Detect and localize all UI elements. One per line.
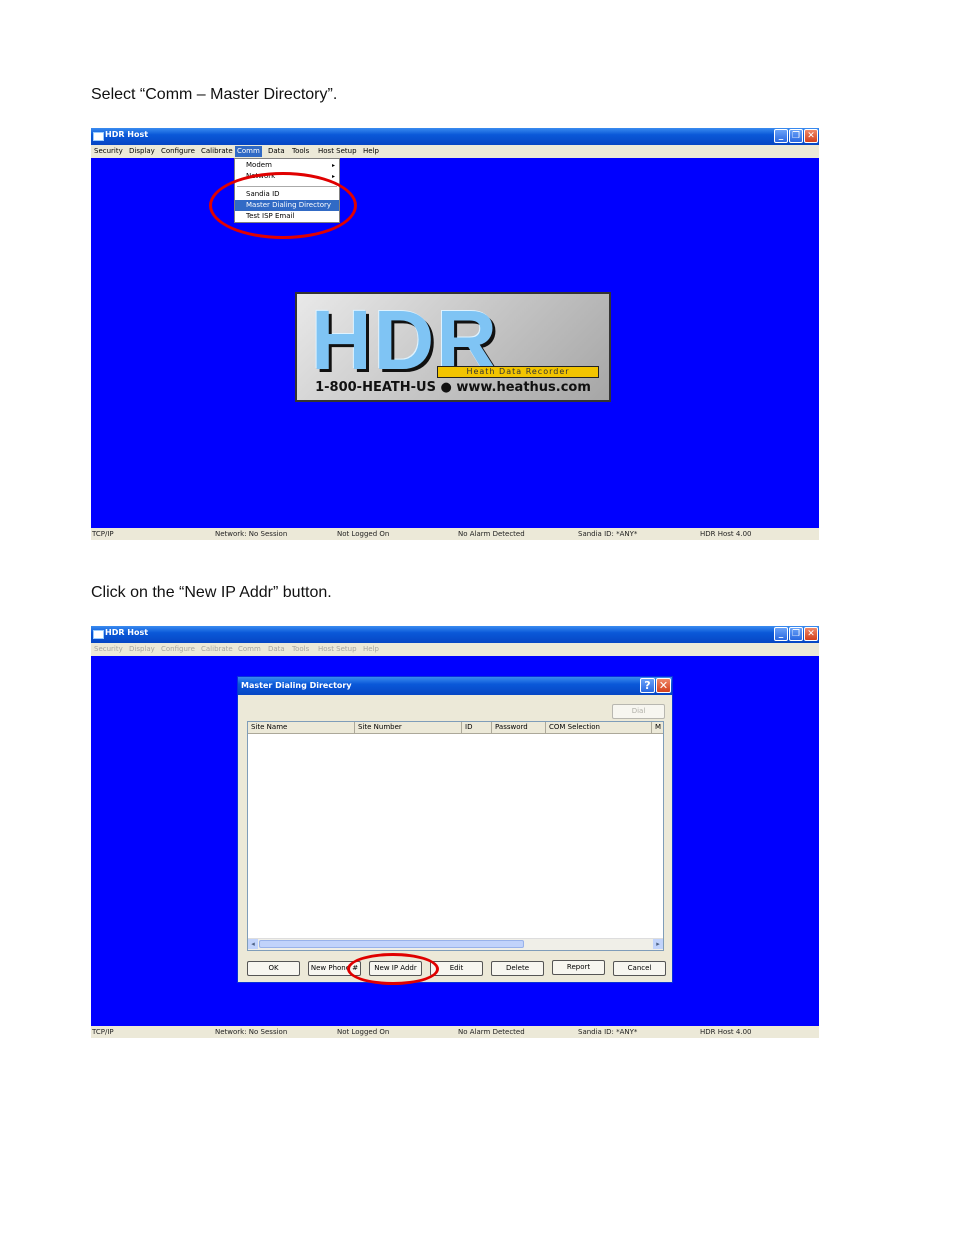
- dialog-title: Master Dialing Directory: [241, 681, 352, 690]
- menu-host-setup: Host Setup: [318, 645, 357, 653]
- minimize-button[interactable]: _: [774, 627, 788, 641]
- menu-bar: Security Display Configure Calibrate Com…: [91, 643, 819, 656]
- status-bar: TCP/IP Network: No Session Not Logged On…: [91, 1026, 819, 1038]
- maximize-button[interactable]: ❐: [789, 129, 803, 143]
- status-login: Not Logged On: [337, 530, 390, 538]
- menu-tools[interactable]: Tools: [292, 147, 309, 155]
- highlight-circle-master-directory: [209, 172, 357, 239]
- close-button[interactable]: ✕: [804, 627, 818, 641]
- cancel-button[interactable]: Cancel: [613, 961, 666, 976]
- column-site-name[interactable]: Site Name: [248, 722, 355, 733]
- column-com-selection[interactable]: COM Selection: [546, 722, 652, 733]
- screenshot-comm-menu: HDR Host _ ❐ ✕ Security Display Configur…: [91, 128, 819, 540]
- status-login: Not Logged On: [337, 1028, 390, 1036]
- directory-list[interactable]: Site Name Site Number ID Password COM Se…: [247, 721, 664, 951]
- dialog-titlebar[interactable]: Master Dialing Directory ? ✕: [238, 677, 672, 695]
- instruction-step-2: Click on the “New IP Addr” button.: [91, 584, 332, 601]
- instruction-step-1: Select “Comm – Master Directory”.: [91, 86, 338, 103]
- screenshot-master-dialing-directory: HDR Host _ ❐ ✕ Security Display Configur…: [91, 626, 819, 1038]
- column-site-number[interactable]: Site Number: [355, 722, 462, 733]
- menu-help: Help: [363, 645, 379, 653]
- maximize-button[interactable]: ❐: [789, 627, 803, 641]
- status-connection: TCP/IP: [92, 1028, 114, 1036]
- menu-security[interactable]: Security: [94, 147, 123, 155]
- menu-item-modem[interactable]: Modem ▸: [235, 160, 339, 171]
- help-button[interactable]: ?: [640, 678, 655, 693]
- dialog-close-button[interactable]: ✕: [656, 678, 671, 693]
- dial-button[interactable]: Dial: [612, 704, 665, 719]
- menu-configure[interactable]: Configure: [161, 147, 195, 155]
- logo-subtitle: Heath Data Recorder: [437, 366, 599, 378]
- window-title: HDR Host: [105, 130, 149, 139]
- menu-bar: Security Display Configure Calibrate Com…: [91, 145, 819, 158]
- window-titlebar[interactable]: HDR Host _ ❐ ✕: [91, 128, 819, 145]
- delete-button[interactable]: Delete: [491, 961, 544, 976]
- menu-tools: Tools: [292, 645, 310, 653]
- status-bar: TCP/IP Network: No Session Not Logged On…: [91, 528, 819, 540]
- menu-display: Display: [129, 645, 155, 653]
- status-sandia-id: Sandia ID: *ANY*: [578, 1028, 638, 1036]
- menu-calibrate[interactable]: Calibrate: [201, 147, 233, 155]
- status-network: Network: No Session: [215, 530, 288, 538]
- hdr-logo: HDR Heath Data Recorder 1-800-HEATH-US ●…: [295, 292, 611, 402]
- menu-data[interactable]: Data: [268, 147, 285, 155]
- ok-button[interactable]: OK: [247, 961, 300, 976]
- scroll-thumb[interactable]: [259, 940, 524, 948]
- menu-display[interactable]: Display: [129, 147, 155, 155]
- status-version: HDR Host 4.00: [700, 530, 752, 538]
- scroll-right-icon[interactable]: ▸: [653, 939, 663, 949]
- menu-configure: Configure: [161, 645, 195, 653]
- minimize-button[interactable]: _: [774, 129, 788, 143]
- menu-comm[interactable]: Comm: [235, 146, 262, 157]
- menu-comm: Comm: [238, 645, 261, 653]
- master-dialing-directory-dialog: Master Dialing Directory ? ✕ Dial Site N…: [237, 676, 673, 983]
- app-icon: [93, 132, 104, 141]
- window-title: HDR Host: [105, 628, 149, 637]
- logo-contact: 1-800-HEATH-US ● www.heathus.com: [315, 380, 591, 395]
- column-password[interactable]: Password: [492, 722, 546, 733]
- status-alarm: No Alarm Detected: [458, 530, 525, 538]
- menu-security: Security: [94, 645, 123, 653]
- submenu-arrow-icon: ▸: [331, 162, 335, 169]
- column-m[interactable]: M: [652, 722, 663, 733]
- window-titlebar[interactable]: HDR Host _ ❐ ✕: [91, 626, 819, 643]
- close-button[interactable]: ✕: [804, 129, 818, 143]
- horizontal-scrollbar[interactable]: ◂ ▸: [248, 938, 663, 950]
- menu-host-setup[interactable]: Host Setup: [318, 147, 357, 155]
- status-connection: TCP/IP: [92, 530, 114, 538]
- menu-calibrate: Calibrate: [201, 645, 233, 653]
- status-network: Network: No Session: [215, 1028, 288, 1036]
- menu-help[interactable]: Help: [363, 147, 379, 155]
- menu-data: Data: [268, 645, 285, 653]
- report-button[interactable]: Report: [552, 960, 605, 975]
- status-alarm: No Alarm Detected: [458, 1028, 525, 1036]
- list-header: Site Name Site Number ID Password COM Se…: [248, 722, 663, 734]
- menu-item-modem-label: Modem: [246, 161, 272, 169]
- column-id[interactable]: ID: [462, 722, 492, 733]
- scroll-left-icon[interactable]: ◂: [248, 939, 258, 949]
- status-version: HDR Host 4.00: [700, 1028, 752, 1036]
- app-icon: [93, 630, 104, 639]
- status-sandia-id: Sandia ID: *ANY*: [578, 530, 638, 538]
- highlight-circle-new-ip-addr: [347, 953, 439, 985]
